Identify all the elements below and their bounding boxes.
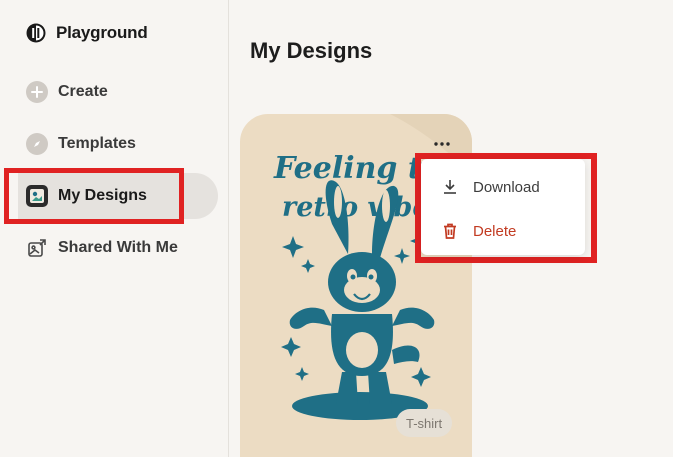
page-title: My Designs xyxy=(250,38,373,63)
more-horizontal-icon xyxy=(434,142,450,146)
compass-icon xyxy=(26,133,48,155)
design-thumbnail-icon xyxy=(26,185,48,207)
sidebar-item-my-designs[interactable]: My Designs xyxy=(18,173,218,219)
sidebar-item-shared-with-me[interactable]: Shared With Me xyxy=(18,225,218,271)
trash-icon xyxy=(444,223,456,239)
sidebar: Playground Create Templates My Designs S… xyxy=(0,0,228,457)
brand[interactable]: Playground xyxy=(26,21,148,45)
sidebar-divider xyxy=(228,0,229,457)
sidebar-item-label: Templates xyxy=(58,135,136,152)
card-context-menu: Download Delete xyxy=(421,159,585,255)
menu-item-label: Delete xyxy=(473,222,517,240)
menu-item-delete[interactable]: Delete xyxy=(421,211,585,251)
sidebar-item-label: My Designs xyxy=(58,187,147,204)
app-name: Playground xyxy=(56,23,148,42)
shared-image-icon xyxy=(26,237,48,259)
playground-logo-icon xyxy=(26,23,46,43)
menu-item-label: Download xyxy=(473,178,540,196)
card-type-tag: T-shirt xyxy=(396,409,453,437)
plus-icon xyxy=(26,81,48,103)
sidebar-item-create[interactable]: Create xyxy=(18,69,218,115)
card-more-options-button[interactable] xyxy=(428,134,456,154)
download-icon xyxy=(444,180,456,194)
sidebar-item-templates[interactable]: Templates xyxy=(18,121,218,167)
sidebar-item-label: Shared With Me xyxy=(58,239,178,256)
sidebar-item-label: Create xyxy=(58,83,108,100)
menu-item-download[interactable]: Download xyxy=(421,167,585,207)
